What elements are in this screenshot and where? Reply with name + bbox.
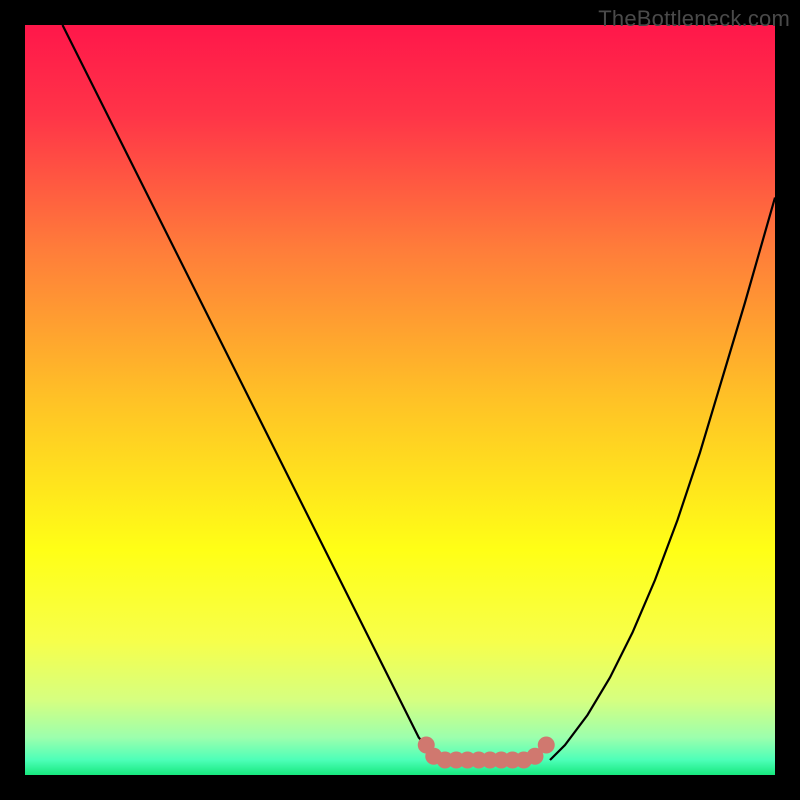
marker-cluster xyxy=(418,737,555,769)
curve-left xyxy=(63,25,438,760)
chart-frame: TheBottleneck.com xyxy=(0,0,800,800)
chart-overlay xyxy=(25,25,775,775)
curve-right xyxy=(550,198,775,761)
plot-area xyxy=(25,25,775,775)
attribution-label: TheBottleneck.com xyxy=(598,6,790,32)
marker-dot xyxy=(538,737,555,754)
